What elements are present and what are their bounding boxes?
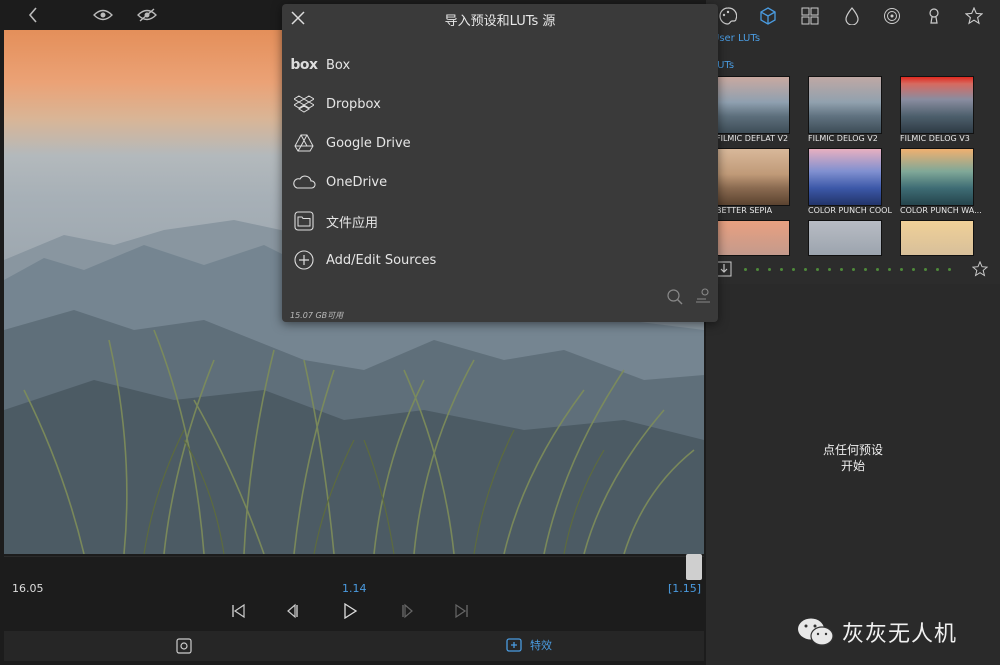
timeline-scrubber[interactable] xyxy=(686,554,702,580)
lut-thumbnail[interactable] xyxy=(808,76,882,134)
source-label: Google Drive xyxy=(326,135,411,151)
page-dot xyxy=(744,268,747,271)
lut-thumbnail[interactable] xyxy=(808,220,882,256)
star-icon[interactable] xyxy=(962,4,986,28)
page-dot xyxy=(780,268,783,271)
import-icon[interactable] xyxy=(716,261,732,281)
keyhole-icon[interactable] xyxy=(922,4,946,28)
plus-circle-icon xyxy=(282,250,326,270)
lut-thumbnail[interactable] xyxy=(716,220,790,256)
page-dot xyxy=(936,268,939,271)
source-label: 文件应用 xyxy=(326,215,379,231)
panel-tabs xyxy=(706,0,1000,32)
page-dot xyxy=(768,268,771,271)
skip-to-end-icon[interactable] xyxy=(454,603,470,623)
lut-label: FILMIC DELOG V3 xyxy=(900,134,970,143)
source-files-app[interactable]: 文件应用 xyxy=(282,202,718,240)
page-dot xyxy=(792,268,795,271)
page-dot xyxy=(852,268,855,271)
page-dot xyxy=(840,268,843,271)
effects-label: 特效 xyxy=(530,639,552,652)
page-dot xyxy=(888,268,891,271)
lut-thumbnail[interactable] xyxy=(808,148,882,206)
empty-state-hint: 点任何预设 开始 xyxy=(822,443,883,473)
lut-label: BETTER SEPIA xyxy=(716,206,773,215)
lut-label: FILMIC DELOG V2 xyxy=(808,134,878,143)
end-time: [1.15] xyxy=(668,582,702,595)
palette-icon[interactable] xyxy=(716,4,740,28)
lut-thumbnail[interactable] xyxy=(900,76,974,134)
page-dot xyxy=(924,268,927,271)
search-icon[interactable] xyxy=(666,288,684,310)
effects-tab[interactable]: 特效 xyxy=(506,637,552,653)
lut-label: FILMIC DEFLAT V2 xyxy=(716,134,789,143)
storage-available: 15.07 GB可用 xyxy=(290,311,344,320)
step-forward-icon[interactable] xyxy=(398,603,414,623)
current-time: 16.05 xyxy=(12,582,44,595)
grid-icon[interactable] xyxy=(798,4,822,28)
playback-controls xyxy=(230,600,470,626)
box-logo-icon: box xyxy=(290,57,318,73)
source-dropbox[interactable]: Dropbox xyxy=(282,85,718,123)
play-icon[interactable] xyxy=(342,602,358,623)
lut-thumbnail[interactable] xyxy=(900,148,974,206)
page-dot xyxy=(828,268,831,271)
watermark-text: 灰灰无人机 xyxy=(842,622,958,647)
eye-icon[interactable] xyxy=(92,4,114,26)
lut-thumbnail[interactable] xyxy=(716,148,790,206)
dropbox-icon xyxy=(282,95,326,113)
settings-icon[interactable] xyxy=(694,286,712,308)
focus-frame-icon[interactable] xyxy=(176,638,192,658)
source-box[interactable]: box Box xyxy=(282,46,718,84)
page-dot xyxy=(876,268,879,271)
dialog-title: 导入预设和LUTs 源 xyxy=(444,14,556,29)
step-back-icon[interactable] xyxy=(286,603,302,623)
source-label: Add/Edit Sources xyxy=(326,252,437,268)
eye-slash-icon[interactable] xyxy=(136,4,158,26)
lut-thumbnail[interactable] xyxy=(716,76,790,134)
timeline-track[interactable] xyxy=(4,556,704,581)
wechat-icon xyxy=(798,618,834,646)
effects-icon xyxy=(506,638,522,652)
bottom-toolbar: 特效 xyxy=(4,631,704,661)
import-sources-dialog: 导入预设和LUTs 源 box Box Dropbox Google Drive… xyxy=(282,4,718,322)
cube-icon[interactable] xyxy=(756,4,780,28)
lut-thumbnail[interactable] xyxy=(900,220,974,256)
user-luts-section[interactable]: User LUTs xyxy=(712,33,760,44)
favorite-star-icon[interactable] xyxy=(971,260,989,281)
skip-to-start-icon[interactable] xyxy=(230,603,246,623)
add-edit-sources[interactable]: Add/Edit Sources xyxy=(282,241,718,279)
page-dot xyxy=(756,268,759,271)
page-dot xyxy=(912,268,915,271)
folder-icon xyxy=(282,211,326,231)
google-drive-icon xyxy=(282,134,326,152)
drop-icon[interactable] xyxy=(840,4,864,28)
playhead-time: 1.14 xyxy=(342,582,367,595)
source-onedrive[interactable]: OneDrive xyxy=(282,163,718,201)
page-dot xyxy=(900,268,903,271)
spiral-icon[interactable] xyxy=(880,4,904,28)
back-chevron-icon[interactable] xyxy=(24,4,42,26)
watermark: 灰灰无人机 xyxy=(796,616,957,648)
onedrive-icon xyxy=(282,174,326,190)
lut-label: COLOR PUNCH WA... xyxy=(900,206,982,215)
page-dot xyxy=(804,268,807,271)
source-label: OneDrive xyxy=(326,174,388,190)
applied-presets-area xyxy=(706,284,1000,665)
page-dot xyxy=(948,268,951,271)
lut-label: COLOR PUNCH COOL xyxy=(808,206,892,215)
source-label: Box xyxy=(326,57,351,73)
page-dot xyxy=(816,268,819,271)
source-label: Dropbox xyxy=(326,96,381,112)
source-google-drive[interactable]: Google Drive xyxy=(282,124,718,162)
page-dot xyxy=(864,268,867,271)
